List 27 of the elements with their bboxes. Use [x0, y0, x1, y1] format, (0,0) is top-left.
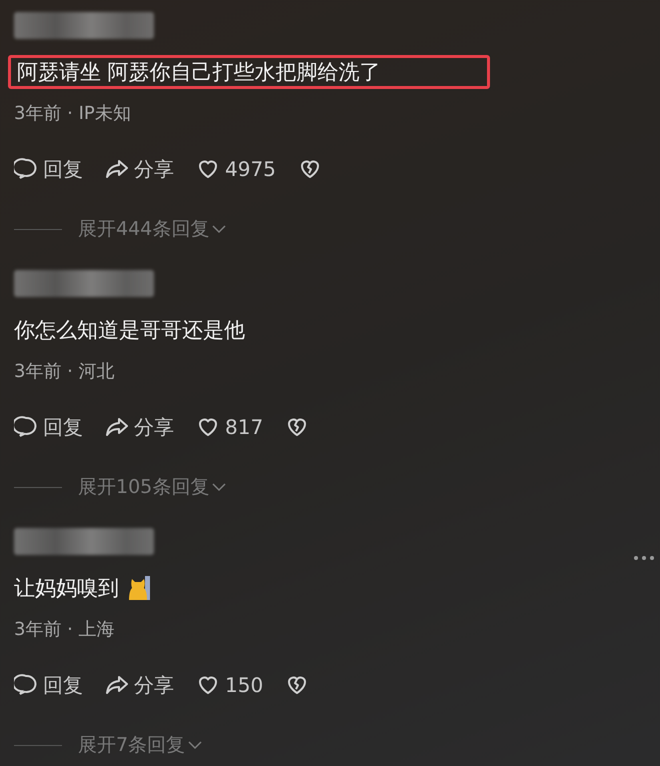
like-button[interactable]: 4975 — [196, 157, 276, 181]
comment-meta: 3年前 · IP未知 — [14, 102, 132, 126]
share-button[interactable]: 分享 — [105, 672, 174, 698]
share-icon — [105, 415, 129, 439]
comment-text: 阿瑟请坐 阿瑟你自己打些水把脚给洗了 — [8, 55, 490, 89]
expand-replies-button[interactable]: 展开105条回复 — [78, 474, 228, 500]
comment-meta: 3年前 · 上海 — [14, 618, 116, 642]
comment-meta: 3年前 · 河北 — [14, 360, 116, 384]
speech-bubble-icon — [14, 157, 38, 181]
reply-button[interactable]: 回复 — [14, 672, 83, 698]
share-icon — [105, 673, 129, 697]
like-button[interactable]: 817 — [196, 415, 264, 439]
chevron-down-icon — [211, 481, 228, 493]
comment-text: 让妈妈嗅到 — [8, 571, 155, 605]
speech-bubble-icon — [14, 673, 38, 697]
more-icon[interactable] — [634, 556, 654, 560]
comment-text: 你怎么知道是哥哥还是他 — [13, 317, 246, 344]
reply-button[interactable]: 回复 — [14, 156, 83, 182]
share-button[interactable]: 分享 — [105, 156, 174, 182]
share-button[interactable]: 分享 — [105, 414, 174, 440]
like-button[interactable]: 150 — [196, 673, 264, 697]
speech-bubble-icon — [14, 415, 38, 439]
share-icon — [105, 157, 129, 181]
chevron-down-icon — [187, 739, 204, 751]
chevron-down-icon — [211, 223, 228, 235]
expand-replies-button[interactable]: 展开444条回复 — [78, 216, 228, 242]
reply-button[interactable]: 回复 — [14, 414, 83, 440]
